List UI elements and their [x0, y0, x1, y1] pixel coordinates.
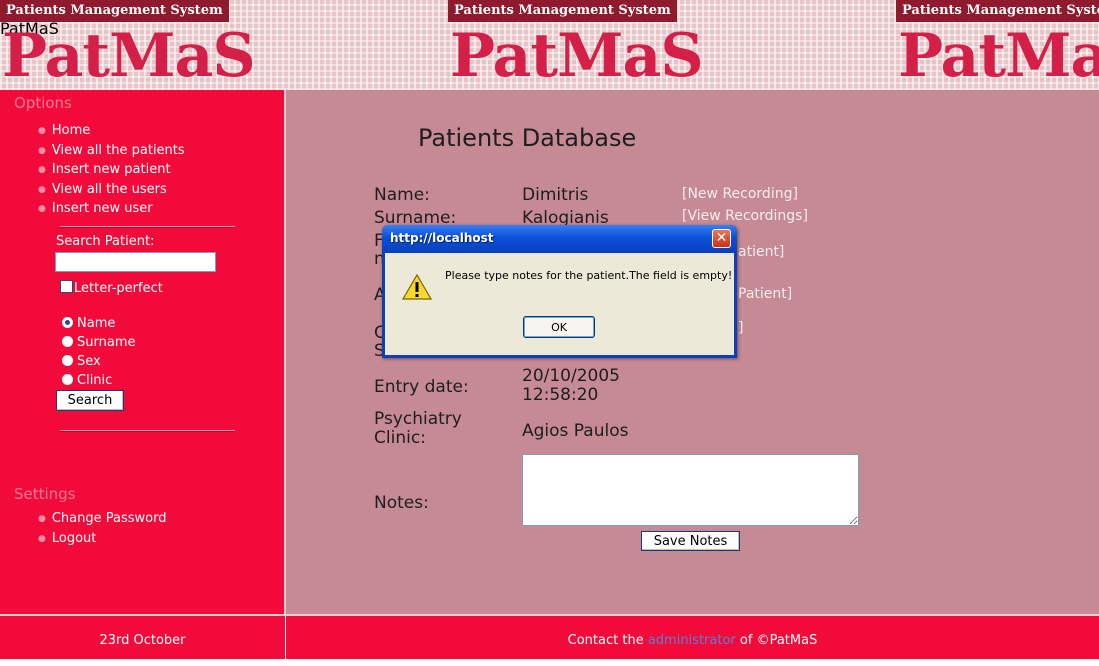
- notes-label: Notes:: [374, 493, 429, 513]
- name-label: Name:: [374, 185, 430, 205]
- footer-contact: Contact the administrator of ©PatMaS: [286, 616, 1099, 659]
- banner: Patients Management System PatMaS PatMaS…: [0, 0, 1099, 90]
- radio-button[interactable]: [62, 374, 73, 385]
- patient-action-link[interactable]: ]: [738, 320, 743, 336]
- menu-item-label: Insert new patient: [51, 162, 171, 177]
- sidebar: Options ● Home ● View all the patients ● In…: [0, 90, 284, 615]
- menu-item-label: View all the patients: [51, 142, 185, 158]
- menu-item-logout[interactable]: ● Logout: [38, 529, 167, 549]
- entry-time-value: 12:58:20: [522, 385, 599, 405]
- banner-tile: Patients Management System PatMaS: [896, 0, 1099, 90]
- clinic-label: Clinic:: [374, 428, 426, 448]
- entry-date-label: Entry date:: [374, 377, 469, 397]
- radio-name[interactable]: Name: [62, 316, 115, 331]
- menu-item-insert-patient[interactable]: ● Insert new patient: [38, 160, 185, 180]
- new-recording-link[interactable]: [New Recording]: [682, 186, 798, 202]
- radio-clinic[interactable]: Clinic: [62, 373, 112, 388]
- bullet-icon: ●: [38, 145, 46, 156]
- radio-sex[interactable]: Sex: [62, 354, 101, 369]
- menu-item-view-patients[interactable]: ● View all the patients: [38, 141, 185, 161]
- footer-date: 23rd October: [0, 616, 285, 659]
- clinic-label: Psychiatry: [374, 409, 462, 429]
- system-title: Patients Management System: [448, 0, 677, 22]
- dialog-message: Please type notes for the patient.The fi…: [445, 269, 733, 282]
- radio-label: Sex: [77, 354, 101, 369]
- alert-dialog: http://localhost ✕ Please type notes for…: [382, 225, 737, 358]
- footer-contact-suffix: of ©PatMaS: [739, 633, 818, 648]
- dialog-body: Please type notes for the patient.The fi…: [385, 253, 734, 355]
- logo: PatMaS: [898, 21, 1099, 90]
- close-icon[interactable]: ✕: [712, 229, 731, 248]
- search-button[interactable]: Search: [56, 390, 124, 411]
- checkbox-box[interactable]: [60, 280, 73, 293]
- clinic-value: Agios Paulos: [522, 421, 629, 441]
- banner-tile: Patients Management System PatMaS: [0, 0, 256, 90]
- divider: [60, 430, 235, 432]
- radio-button[interactable]: [62, 336, 73, 347]
- search-input[interactable]: [55, 252, 216, 272]
- menu-item-label: View all the users: [51, 181, 167, 197]
- menu-item-label: Change Password: [51, 511, 167, 526]
- warning-icon: [402, 273, 432, 300]
- ok-button[interactable]: OK: [523, 316, 595, 338]
- bullet-icon: ●: [38, 165, 46, 175]
- radio-surname[interactable]: Surname: [62, 335, 135, 350]
- view-recordings-link[interactable]: [View Recordings]: [682, 208, 808, 224]
- dialog-title: http://localhost: [390, 231, 494, 245]
- letter-perfect-checkbox[interactable]: Letter-perfect: [60, 280, 163, 296]
- options-title: Options: [14, 94, 72, 112]
- divider: [60, 226, 235, 228]
- footer-contact-prefix: Contact the: [567, 633, 644, 648]
- save-notes-button[interactable]: Save Notes: [641, 531, 740, 551]
- bullet-icon: ●: [38, 204, 46, 214]
- footer-date-text: 23rd October: [99, 633, 186, 648]
- menu-item-home[interactable]: ● Home: [38, 121, 185, 141]
- patient-action-link[interactable]: Patient]: [738, 286, 792, 302]
- administrator-link[interactable]: administrator: [648, 633, 736, 648]
- letter-perfect-label: Letter-perfect: [74, 281, 163, 296]
- entry-date-value: 20/10/2005: [522, 366, 620, 386]
- menu-item-label: Insert new user: [51, 201, 153, 216]
- options-menu: ● Home ● View all the patients ● Insert new…: [38, 121, 185, 219]
- radio-label: Surname: [77, 335, 136, 350]
- page-title: Patients Database: [418, 124, 637, 152]
- radio-button[interactable]: [62, 317, 73, 328]
- system-title: Patients Management System: [896, 0, 1099, 22]
- menu-item-label: Home: [51, 123, 91, 138]
- radio-button[interactable]: [62, 355, 73, 366]
- notes-textarea[interactable]: [522, 454, 859, 526]
- menu-item-label: Logout: [51, 530, 97, 546]
- dialog-titlebar[interactable]: http://localhost ✕: [382, 225, 737, 253]
- bullet-icon: ●: [38, 533, 46, 544]
- system-title: Patients Management System: [0, 0, 229, 22]
- patient-action-link[interactable]: atient]: [738, 244, 784, 260]
- radio-label: Name: [77, 316, 116, 331]
- search-label: Search Patient:: [56, 234, 155, 249]
- settings-title: Settings: [14, 485, 76, 503]
- radio-label: Clinic: [77, 373, 113, 388]
- bullet-icon: ●: [38, 514, 46, 524]
- bullet-icon: ●: [38, 126, 46, 136]
- menu-item-insert-user[interactable]: ● Insert new user: [38, 199, 185, 219]
- settings-menu: ● Change Password ● Logout: [38, 509, 167, 548]
- banner-tile: Patients Management System PatMaS: [448, 0, 704, 90]
- bullet-icon: ●: [38, 184, 46, 195]
- menu-item-change-password[interactable]: ● Change Password: [38, 509, 167, 529]
- menu-item-view-users[interactable]: ● View all the users: [38, 180, 185, 200]
- logo: PatMaS: [2, 21, 256, 90]
- logo: PatMaS: [450, 21, 704, 90]
- name-value: Dimitris: [522, 185, 589, 205]
